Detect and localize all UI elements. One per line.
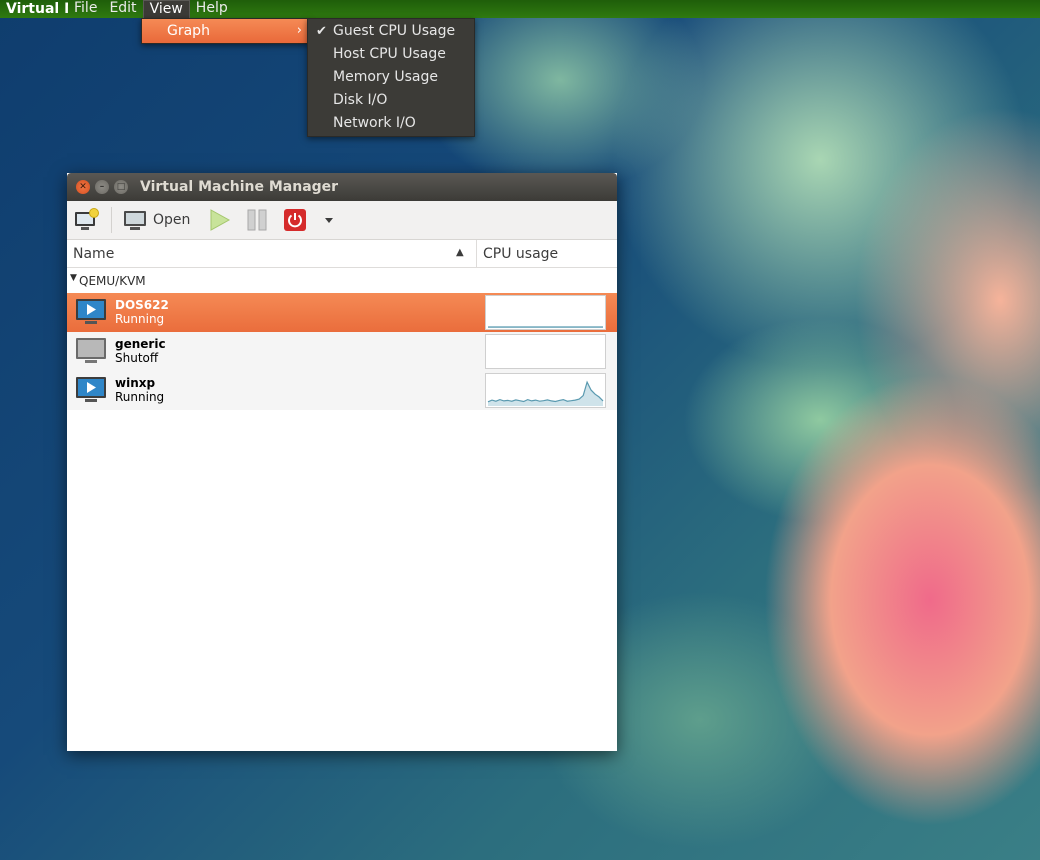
- menu-item-label: Memory Usage: [333, 69, 439, 85]
- vm-row[interactable]: generic Shutoff: [67, 332, 617, 371]
- menu-item-network-io[interactable]: Network I/O: [308, 112, 474, 135]
- menu-item-host-cpu-usage[interactable]: Host CPU Usage: [308, 43, 474, 66]
- new-vm-icon: [75, 208, 99, 230]
- minimize-icon[interactable]: –: [95, 180, 109, 194]
- vm-state: Shutoff: [115, 351, 159, 365]
- maximize-icon[interactable]: □: [114, 180, 128, 194]
- menu-item-disk-io[interactable]: Disk I/O: [308, 89, 474, 112]
- toolbar-separator: [111, 207, 112, 233]
- checkmark-icon: ✔: [316, 24, 327, 39]
- vm-row[interactable]: DOS622 Running: [67, 293, 617, 332]
- menu-item-graph-label: Graph: [167, 23, 210, 39]
- vm-state: Running: [115, 312, 165, 326]
- menu-file[interactable]: File: [68, 0, 103, 18]
- pause-button[interactable]: [245, 207, 269, 233]
- column-cpu-header[interactable]: CPU usage: [483, 246, 558, 262]
- connection-group-row[interactable]: ▼ QEMU/KVM: [67, 268, 617, 293]
- running-vm-icon: [76, 377, 106, 402]
- menu-item-label: Host CPU Usage: [333, 46, 446, 62]
- menu-item-label: Guest CPU Usage: [333, 23, 456, 39]
- power-icon: [284, 209, 306, 231]
- menu-help[interactable]: Help: [190, 0, 234, 18]
- pause-icon: [247, 209, 267, 231]
- monitor-icon: [124, 211, 146, 230]
- menu-view[interactable]: View: [142, 0, 190, 18]
- column-divider[interactable]: [476, 240, 477, 267]
- sort-ascending-icon: ▲: [456, 247, 464, 258]
- run-button[interactable]: [207, 207, 231, 233]
- new-vm-button[interactable]: [73, 207, 101, 233]
- shutdown-dropdown-button[interactable]: [323, 207, 335, 233]
- close-icon[interactable]: ✕: [76, 180, 90, 194]
- cpu-usage-graph: [485, 373, 606, 408]
- column-header: Name ▲ CPU usage: [67, 240, 617, 268]
- vm-row[interactable]: winxp Running: [67, 371, 617, 410]
- expander-icon[interactable]: ▼: [70, 273, 77, 283]
- menu-item-graph[interactable]: Graph ›: [142, 19, 308, 43]
- submenu-arrow-icon: ›: [296, 23, 302, 38]
- graph-submenu: ✔ Guest CPU Usage Host CPU Usage Memory …: [307, 18, 475, 137]
- window-titlebar[interactable]: ✕ – □ Virtual Machine Manager: [67, 173, 617, 201]
- menu-item-label: Disk I/O: [333, 92, 388, 108]
- vm-name: DOS622: [115, 298, 169, 312]
- menu-item-guest-cpu-usage[interactable]: ✔ Guest CPU Usage: [308, 20, 474, 43]
- running-vm-icon: [76, 299, 106, 324]
- vm-state: Running: [115, 390, 165, 404]
- open-button[interactable]: Open: [123, 207, 190, 233]
- shutoff-vm-icon: [76, 338, 106, 363]
- menu-item-memory-usage[interactable]: Memory Usage: [308, 66, 474, 89]
- window-title: Virtual Machine Manager: [140, 179, 339, 195]
- menu-item-label: Network I/O: [333, 115, 416, 131]
- cpu-usage-graph: [485, 334, 606, 369]
- toolbar: Open: [67, 201, 617, 240]
- shutdown-button[interactable]: [283, 207, 307, 233]
- cpu-usage-graph: [485, 295, 606, 330]
- app-name: Virtual M: [6, 1, 68, 17]
- vm-name: winxp: [115, 376, 156, 390]
- top-menubar: Virtual M File Edit View Help: [0, 0, 1040, 18]
- vm-name: generic: [115, 337, 166, 351]
- open-button-label: Open: [153, 212, 191, 228]
- chevron-down-icon: [325, 218, 333, 223]
- virt-manager-window: ✕ – □ Virtual Machine Manager Open Name …: [67, 173, 617, 751]
- menu-edit[interactable]: Edit: [103, 0, 142, 18]
- view-menu: Graph ›: [141, 18, 309, 44]
- column-name-header[interactable]: Name: [73, 246, 114, 262]
- play-icon: [210, 209, 231, 231]
- connection-label: QEMU/KVM: [79, 274, 146, 288]
